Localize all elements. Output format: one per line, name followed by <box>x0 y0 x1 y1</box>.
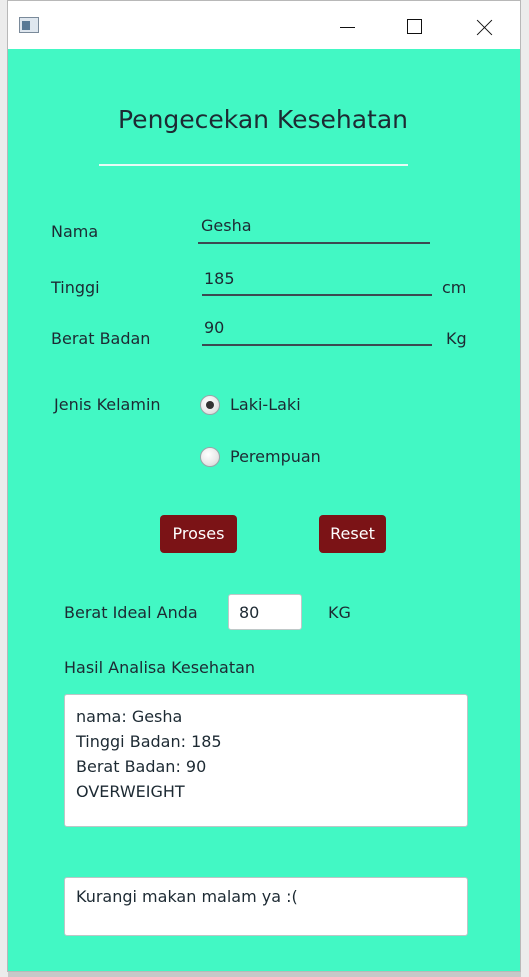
berat-unit: Kg <box>446 329 467 348</box>
page-title: Pengecekan Kesehatan <box>118 105 409 134</box>
maximize-icon[interactable] <box>391 1 437 49</box>
saran-textarea[interactable]: Kurangi makan malam ya :( <box>64 877 468 936</box>
title-bar <box>8 1 520 49</box>
app-window: Pengecekan Kesehatan Nama Gesha Tinggi 1… <box>7 0 521 972</box>
tinggi-field[interactable]: 185 <box>204 269 235 288</box>
berat-ideal-label: Berat Ideal Anda <box>64 603 198 622</box>
radio-laki-laki[interactable] <box>200 395 220 415</box>
title-divider <box>99 164 408 166</box>
minimize-icon[interactable] <box>324 1 370 49</box>
radio-perempuan[interactable] <box>200 447 220 467</box>
hasil-analisa-textarea[interactable]: nama: Gesha Tinggi Badan: 185 Berat Bada… <box>64 694 468 827</box>
radio-laki-laki-label[interactable]: Laki-Laki <box>230 395 301 414</box>
reset-button[interactable]: Reset <box>319 515 386 553</box>
berat-ideal-unit: KG <box>328 603 351 622</box>
berat-label: Berat Badan <box>51 329 151 348</box>
tinggi-label: Tinggi <box>51 278 100 297</box>
nama-label: Nama <box>51 222 99 241</box>
tinggi-field-underline <box>202 294 432 296</box>
hasil-analisa-label: Hasil Analisa Kesehatan <box>64 658 256 677</box>
proses-button[interactable]: Proses <box>160 515 237 553</box>
berat-field[interactable]: 90 <box>204 318 224 337</box>
app-icon <box>19 17 39 33</box>
berat-ideal-field[interactable]: 80 <box>228 594 302 630</box>
tinggi-unit: cm <box>442 278 467 297</box>
close-icon[interactable] <box>461 1 507 49</box>
jenis-kelamin-label: Jenis Kelamin <box>54 395 161 414</box>
nama-field[interactable]: Gesha <box>201 216 252 235</box>
background-window-right <box>521 0 529 977</box>
nama-field-underline <box>198 242 430 244</box>
radio-perempuan-label[interactable]: Perempuan <box>230 447 321 466</box>
berat-field-underline <box>202 344 432 346</box>
